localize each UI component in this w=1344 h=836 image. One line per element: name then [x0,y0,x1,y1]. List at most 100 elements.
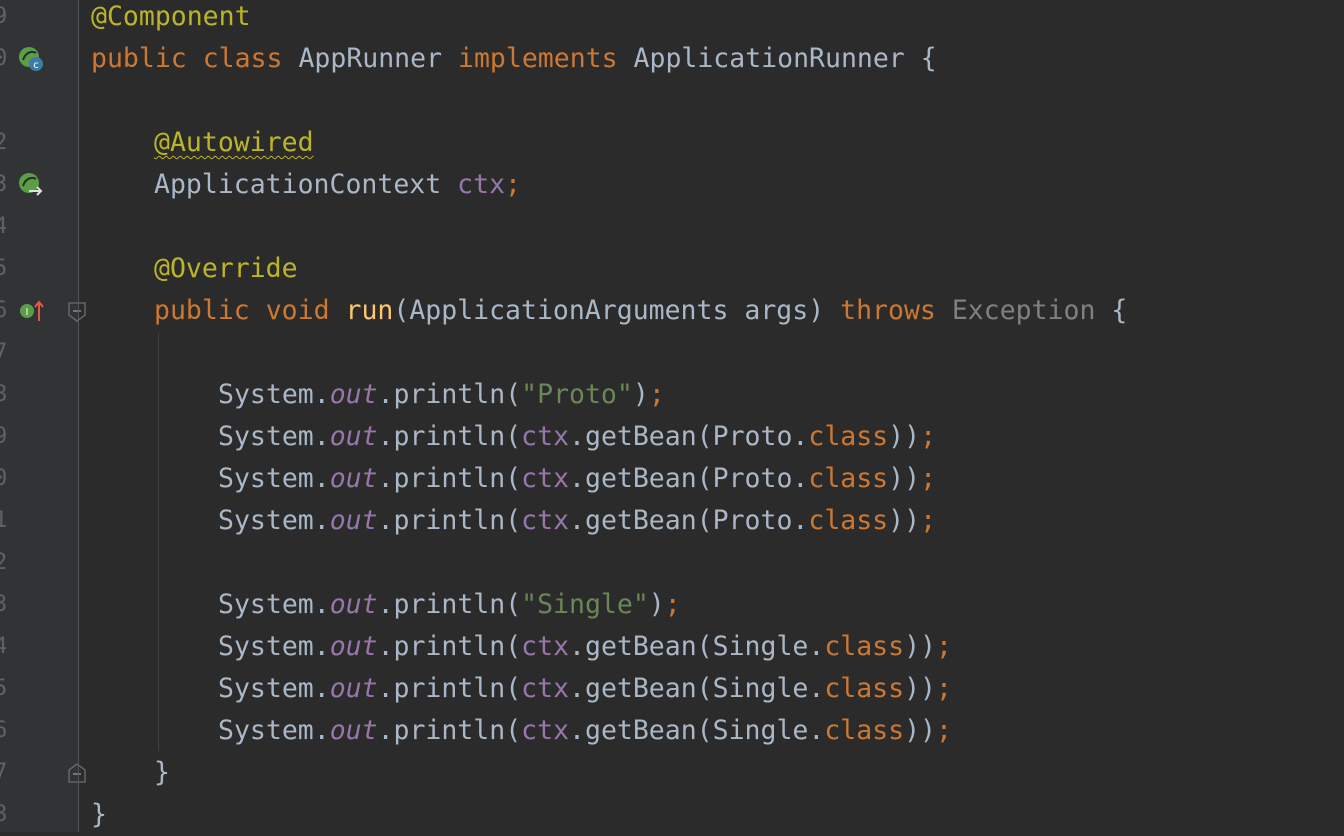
code-token: ; [936,631,952,662]
code-token: out [329,631,378,662]
svg-text:I: I [26,307,29,318]
editor-gutter: 9 0 2 3 4 5 6 7 8 9 0 1 2 3 4 5 6 7 8 c … [0,0,86,832]
code-token: .println( [377,589,522,620]
code-token: .println( [377,379,522,410]
code-token: out [329,421,378,452]
code-line: } [154,752,170,794]
code-token: ; [920,463,937,494]
code-token: .println( [377,463,522,494]
code-line: public void run(ApplicationArguments arg… [154,290,1127,332]
method-name: run [345,295,394,326]
code-token: class [808,505,889,536]
line-number: 9 [0,424,8,449]
class-name: AppRunner [298,43,443,74]
code-line: System.out.println(ctx.getBean(Single.cl… [218,710,952,752]
code-token: ; [920,421,937,452]
code-token: "Single" [521,589,649,620]
code-token: .getBean(Single. [569,673,825,704]
annotation-autowired: @Autowired [154,127,314,158]
code-token: System. [218,589,330,620]
code-line: System.out.println("Proto"); [218,374,665,416]
gutter-separator [78,0,79,832]
code-token: )) [904,673,937,704]
open-brace: { [1111,295,1128,326]
code-token: class [824,631,905,662]
keyword-class: class [202,43,283,74]
code-line: System.out.println(ctx.getBean(Proto.cla… [218,416,936,458]
autowired-navigate-icon[interactable] [17,171,45,199]
keyword-public: public [154,295,250,326]
class-close-brace: } [91,799,107,830]
code-line: @Component [91,0,251,38]
code-token: .println( [377,505,522,536]
code-line: public class AppRunner implements Applic… [91,38,937,80]
code-token: ctx [521,631,570,662]
line-number: 4 [0,634,8,659]
open-brace: { [920,43,937,74]
fold-end-icon[interactable] [68,763,86,783]
code-line: } [91,794,107,836]
code-token: )) [904,715,937,746]
code-token: )) [904,631,937,662]
code-token: ; [936,673,952,704]
line-number: 2 [0,130,8,155]
keyword-void: void [265,295,330,326]
line-number: 6 [0,298,8,323]
line-number: 7 [0,340,8,365]
line-number: 4 [0,214,8,239]
line-number: 6 [0,718,8,743]
code-token: System. [218,715,330,746]
code-token: .println( [377,715,522,746]
annotation-component: @Component [91,1,251,32]
code-token: )) [888,463,921,494]
code-line: @Autowired [154,122,314,164]
code-line: ApplicationContext ctx; [154,164,521,206]
code-token: ctx [521,463,570,494]
code-token: .getBean(Proto. [569,421,809,452]
code-token: .getBean(Single. [569,631,825,662]
code-token: )) [888,421,921,452]
fold-start-icon[interactable] [68,302,86,322]
implements-method-icon[interactable]: I [17,297,45,325]
line-number: 8 [0,802,8,827]
code-token: )) [888,505,921,536]
code-token: .println( [377,673,522,704]
code-line: System.out.println(ctx.getBean(Proto.cla… [218,458,936,500]
method-close-brace: } [154,757,170,788]
spring-bean-icon[interactable]: c [17,45,45,73]
line-number: 0 [0,46,8,71]
line-number: 8 [0,382,8,407]
code-token: .println( [377,631,522,662]
line-number: 7 [0,760,8,785]
line-number: 2 [0,550,8,575]
code-token: .getBean(Proto. [569,505,809,536]
code-token: out [329,589,378,620]
line-number: 3 [0,592,8,617]
code-token: ; [664,589,681,620]
exception-type: Exception [951,295,1096,326]
code-token: class [824,715,905,746]
code-line: @Override [154,248,298,290]
code-token: ; [936,715,952,746]
indent-guide [158,333,159,751]
annotation-override: @Override [154,253,298,284]
code-token: out [329,505,378,536]
code-line: System.out.println(ctx.getBean(Single.cl… [218,668,952,710]
code-token: out [329,463,378,494]
code-token: System. [218,673,330,704]
code-token: System. [218,463,330,494]
code-token: .getBean(Proto. [569,463,809,494]
line-number: 9 [0,4,8,29]
field-type: ApplicationContext [154,169,442,200]
code-token: ctx [521,505,570,536]
code-token: System. [218,379,330,410]
code-token: out [329,715,378,746]
line-number: 0 [0,466,8,491]
line-number: 3 [0,172,8,197]
code-token: class [824,673,905,704]
line-number: 5 [0,256,8,281]
code-line: System.out.println("Single"); [218,584,681,626]
code-line: System.out.println(ctx.getBean(Proto.cla… [218,500,936,542]
keyword-throws: throws [840,295,936,326]
keyword-public: public [91,43,187,74]
